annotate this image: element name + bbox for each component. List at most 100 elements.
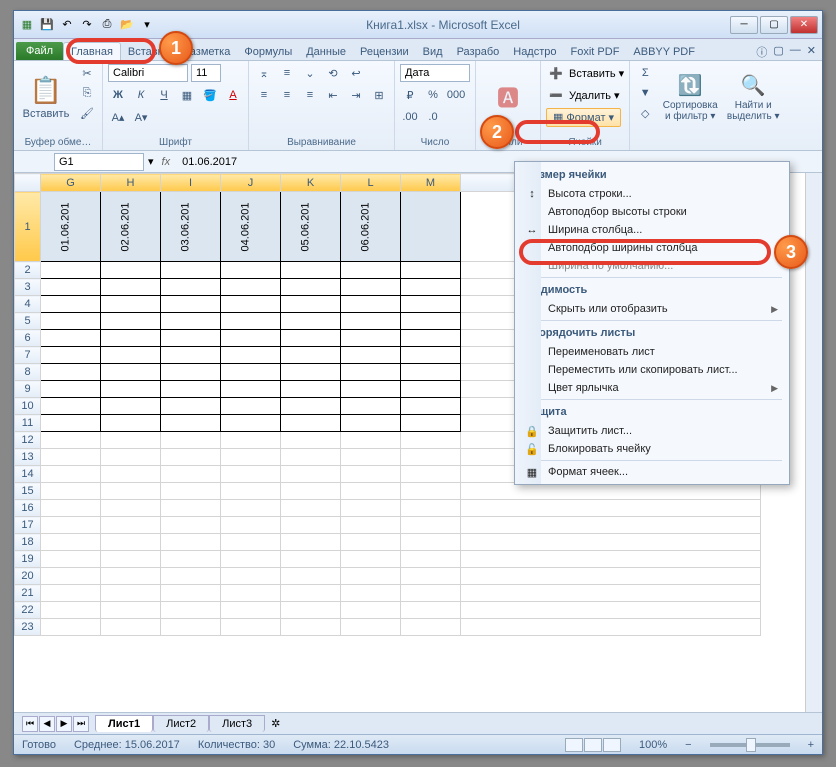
cell[interactable]: [341, 313, 401, 330]
cell[interactable]: [401, 398, 461, 415]
cell[interactable]: [401, 517, 461, 534]
delete-button[interactable]: ➖Удалить ▾: [546, 86, 620, 104]
cell[interactable]: [401, 364, 461, 381]
autosum-icon[interactable]: Σ: [635, 64, 655, 82]
cell[interactable]: [101, 262, 161, 279]
currency-icon[interactable]: ₽: [400, 86, 420, 104]
cell[interactable]: [41, 313, 101, 330]
align-right-icon[interactable]: ≡: [300, 86, 320, 104]
zoom-slider[interactable]: [710, 743, 790, 747]
cell[interactable]: [221, 568, 281, 585]
indent-inc-icon[interactable]: ⇥: [346, 86, 366, 104]
cell[interactable]: [341, 415, 401, 432]
cell[interactable]: [161, 296, 221, 313]
font-name-combo[interactable]: Calibri: [108, 64, 188, 82]
cell[interactable]: [461, 517, 761, 534]
cell[interactable]: [281, 364, 341, 381]
row-header[interactable]: 7: [15, 347, 41, 364]
sheet-nav-last-icon[interactable]: ⏭: [73, 716, 89, 732]
cell[interactable]: 03.06.201: [161, 192, 221, 262]
cell[interactable]: [401, 500, 461, 517]
cell[interactable]: [341, 517, 401, 534]
merge-icon[interactable]: ⊞: [369, 86, 389, 104]
menu-default-width[interactable]: Ширина по умолчанию...: [518, 257, 786, 275]
col-header[interactable]: K: [281, 174, 341, 192]
cell[interactable]: [281, 568, 341, 585]
zoom-in-icon[interactable]: +: [808, 739, 814, 751]
row-header[interactable]: 11: [15, 415, 41, 432]
cell[interactable]: [341, 296, 401, 313]
cell[interactable]: [341, 602, 401, 619]
tab-review[interactable]: Рецензии: [353, 43, 416, 60]
cell[interactable]: [281, 313, 341, 330]
cell[interactable]: [101, 585, 161, 602]
col-header[interactable]: I: [161, 174, 221, 192]
cell[interactable]: [341, 330, 401, 347]
cell[interactable]: [101, 517, 161, 534]
cell[interactable]: [221, 279, 281, 296]
cell[interactable]: [221, 466, 281, 483]
menu-column-width[interactable]: ↔Ширина столбца...: [518, 221, 786, 239]
cell[interactable]: [41, 500, 101, 517]
cell[interactable]: [461, 568, 761, 585]
cell[interactable]: [41, 619, 101, 636]
cell[interactable]: [221, 364, 281, 381]
row-header[interactable]: 3: [15, 279, 41, 296]
cell[interactable]: [101, 347, 161, 364]
zoom-out-icon[interactable]: −: [685, 739, 691, 751]
sort-filter-button[interactable]: 🔃 Сортировка и фильтр ▾: [659, 64, 721, 130]
cell[interactable]: [161, 585, 221, 602]
cell[interactable]: [161, 347, 221, 364]
cell[interactable]: [341, 585, 401, 602]
view-buttons[interactable]: [565, 738, 621, 752]
number-format-combo[interactable]: Дата: [400, 64, 470, 82]
cell[interactable]: [161, 313, 221, 330]
new-sheet-icon[interactable]: ✲: [265, 717, 286, 730]
menu-hide-unhide[interactable]: Скрыть или отобразить▶: [518, 300, 786, 318]
tab-abbyy[interactable]: ABBYY PDF: [626, 43, 702, 60]
align-left-icon[interactable]: ≡: [254, 86, 274, 104]
increase-decimal-icon[interactable]: .00: [400, 108, 420, 126]
cell[interactable]: [41, 279, 101, 296]
row-header[interactable]: 19: [15, 551, 41, 568]
save-icon[interactable]: 💾: [38, 16, 56, 34]
cell[interactable]: [101, 466, 161, 483]
cell[interactable]: [221, 330, 281, 347]
underline-icon[interactable]: Ч: [154, 86, 174, 104]
cell[interactable]: 06.06.201: [341, 192, 401, 262]
cell[interactable]: [41, 551, 101, 568]
cell[interactable]: [401, 602, 461, 619]
cell[interactable]: [281, 330, 341, 347]
tab-file[interactable]: Файл: [16, 42, 63, 60]
cell[interactable]: [401, 534, 461, 551]
fill-color-icon[interactable]: 🪣: [200, 86, 220, 104]
cell[interactable]: 05.06.201: [281, 192, 341, 262]
cell[interactable]: [281, 415, 341, 432]
decrease-decimal-icon[interactable]: .0: [423, 108, 443, 126]
row-header[interactable]: 10: [15, 398, 41, 415]
cell[interactable]: [221, 415, 281, 432]
cell[interactable]: [341, 381, 401, 398]
find-select-button[interactable]: 🔍 Найти и выделить ▾: [725, 64, 781, 130]
italic-icon[interactable]: К: [131, 86, 151, 104]
cell[interactable]: [101, 313, 161, 330]
cell[interactable]: [41, 347, 101, 364]
cell[interactable]: [41, 568, 101, 585]
cell[interactable]: [401, 262, 461, 279]
cell[interactable]: [401, 347, 461, 364]
cell[interactable]: [461, 602, 761, 619]
shrink-font-icon[interactable]: A▾: [131, 108, 151, 126]
menu-lock-cell[interactable]: 🔓Блокировать ячейку: [518, 440, 786, 458]
cell[interactable]: [101, 602, 161, 619]
cell[interactable]: [401, 381, 461, 398]
row-header[interactable]: 23: [15, 619, 41, 636]
cell[interactable]: [41, 330, 101, 347]
cell[interactable]: [341, 449, 401, 466]
zoom-level[interactable]: 100%: [639, 739, 667, 751]
cell[interactable]: [41, 364, 101, 381]
row-header[interactable]: 4: [15, 296, 41, 313]
cell[interactable]: [101, 398, 161, 415]
cell[interactable]: [161, 330, 221, 347]
cell[interactable]: [161, 364, 221, 381]
cell[interactable]: [41, 432, 101, 449]
